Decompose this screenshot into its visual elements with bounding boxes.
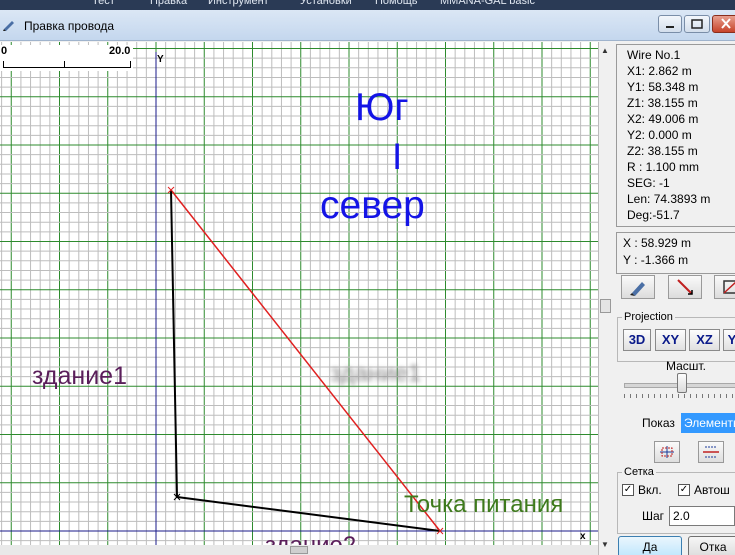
vertical-scrollbar[interactable]: ▲ ▼ (598, 42, 613, 555)
wire-radius: R : 1.100 mm (627, 160, 700, 174)
minimize-button[interactable] (658, 15, 682, 33)
fit-view-button[interactable] (654, 441, 680, 463)
draw-wire-tool-button[interactable] (668, 275, 702, 299)
crosshair-icon (660, 446, 674, 458)
center-icon (703, 446, 719, 458)
wire-info-box: Wire No.1 X1: 2.862 m Y1: 58.348 m Z1: 3… (616, 44, 735, 227)
maximize-icon (691, 19, 703, 29)
wire-length: Len: 74.3893 m (627, 192, 711, 206)
projection-xy-button[interactable]: XY (655, 329, 686, 351)
draw-wire-icon (677, 279, 693, 295)
menu-item[interactable]: Правка (150, 0, 187, 7)
box-tool-button[interactable] (714, 275, 735, 299)
scroll-up-arrow-icon[interactable]: ▲ (601, 46, 609, 55)
menu-item[interactable]: Тест (92, 0, 115, 7)
south-label: Юг (355, 86, 409, 129)
building1-label: здание1 (32, 362, 127, 390)
menu-item[interactable]: Инструмент (208, 0, 269, 7)
maximize-button[interactable] (684, 15, 710, 33)
axis-y-label: Y (157, 54, 164, 65)
scale-ruler: 0 20.0 (0, 45, 133, 71)
wires-layer (0, 52, 598, 545)
center-view-button[interactable] (698, 441, 724, 463)
grid-auto-label: Автош (694, 483, 730, 497)
wire-z1: Z1: 38.155 m (627, 96, 698, 110)
grid-auto-checkbox[interactable]: ✓ (678, 484, 690, 496)
close-icon (721, 18, 731, 29)
scale-slider-ticks (624, 394, 735, 398)
scale-end-label: 20.0 (109, 45, 131, 57)
wire-edit-icon (3, 21, 14, 31)
projection-label: Projection (622, 311, 675, 323)
grid-step-field[interactable]: 2.0 (669, 506, 735, 526)
cursor-coordinates-box: X : 58.929 m Y : -1.366 m (616, 232, 735, 274)
scroll-down-arrow-icon[interactable]: ▼ (601, 540, 609, 549)
close-button[interactable] (712, 15, 735, 33)
north-label: север (320, 184, 425, 227)
grid-on-label: Вкл. (638, 483, 662, 497)
axis-x-label: x (580, 531, 586, 542)
drawing-canvas[interactable]: 0 20.0 Y x Юг I север здание1 здание1 То… (0, 42, 598, 555)
menu-item[interactable]: Установки (300, 0, 352, 7)
wire-y1: Y1: 58.348 m (627, 80, 699, 94)
feed-point-label: Точка питания (404, 491, 564, 518)
scale-mid-tick (64, 61, 65, 67)
box-select-icon (723, 280, 735, 294)
direction-bar-label: I (392, 136, 403, 177)
scale-bar (3, 61, 131, 68)
projection-y-button[interactable]: Y (723, 329, 735, 351)
edit-tool-button[interactable] (621, 275, 655, 299)
scale-slider-thumb[interactable] (677, 373, 687, 393)
wire-z2: Z2: 38.155 m (627, 144, 698, 158)
show-select[interactable]: Элементы (681, 413, 735, 433)
wire-y2: Y2: 0.000 m (627, 128, 692, 142)
projection-xz-button[interactable]: XZ (689, 329, 720, 351)
horizontal-scroll-thumb[interactable] (290, 546, 308, 554)
cancel-button[interactable]: Отка (688, 536, 735, 555)
blurred-building-label: здание1 (330, 360, 422, 387)
scale-label: Масшт. (666, 359, 706, 373)
horizontal-scrollbar[interactable] (0, 545, 598, 555)
pencil-icon (630, 282, 645, 296)
menu-item[interactable]: MMANA-GAL basic (440, 0, 535, 7)
window-title: Правка провода (24, 19, 115, 33)
main-menubar: Тест Правка Инструмент Установки Помощь MMANA… (0, 0, 735, 10)
wire-angle: Deg:-51.7 (627, 208, 680, 222)
projection-3d-button[interactable]: 3D (623, 329, 651, 351)
vertical-scroll-thumb[interactable] (600, 299, 611, 313)
show-label: Показ (642, 416, 675, 430)
wire-name: Wire No.1 (627, 48, 681, 62)
properties-panel: Wire No.1 X1: 2.862 m Y1: 58.348 m Z1: 3… (614, 42, 735, 555)
grid-step-label: Шаг (642, 509, 665, 523)
title-bar[interactable]: Правка провода (0, 10, 735, 41)
grid-on-checkbox[interactable]: ✓ (622, 484, 634, 496)
wire-x2: X2: 49.006 m (627, 112, 699, 126)
wire-segments: SEG: -1 (627, 176, 670, 190)
wire-x1: X1: 2.862 m (627, 64, 692, 78)
minimize-icon (666, 26, 674, 28)
cursor-y: Y : -1.366 m (623, 253, 689, 267)
cursor-x: X : 58.929 m (623, 236, 692, 250)
scale-start-label: 0 (1, 45, 8, 57)
grid-label: Сетка (622, 466, 656, 478)
ok-button[interactable]: Да (618, 536, 682, 555)
menu-item[interactable]: Помощь (375, 0, 418, 7)
wire-edit-window: Правка провода 0 20.0 Y x Юг I север зда… (0, 10, 735, 555)
